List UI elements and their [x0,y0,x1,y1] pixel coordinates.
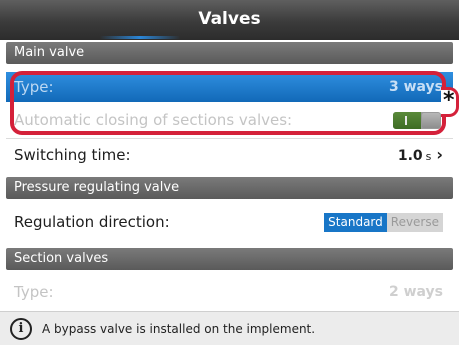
chevron-right-icon: › [436,145,443,164]
regulation-direction-row: Regulation direction: Standard Reverse [6,207,453,237]
title-underline [100,36,180,39]
row-label: Switching time: [14,146,131,164]
row-label: Regulation direction: [14,213,170,231]
page-title: Valves [198,9,261,29]
info-bar: i A bypass valve is installed on the imp… [0,311,459,345]
section-title: Pressure regulating valve [14,180,180,195]
section-title: Section valves [14,251,109,266]
callout-highlight-frame [10,71,446,135]
switching-time-value: 1.0 [397,148,423,164]
row-label: Type: [14,283,54,301]
section-header-pressure-valve: Pressure regulating valve [6,177,453,199]
option-standard[interactable]: Standard [324,213,387,232]
section-header-section-valves: Section valves [6,248,453,270]
info-message: A bypass valve is installed on the imple… [42,322,316,336]
section-header-main-valve: Main valve [6,42,453,64]
row-value: 2 ways [388,284,443,300]
switching-time-row[interactable]: Switching time: 1.0 s › [6,140,453,170]
asterisk-icon: * [443,88,455,113]
callout-tab: * [441,87,459,117]
info-icon: i [10,318,32,340]
section-valves-type-row[interactable]: Type: 2 ways [6,277,453,307]
row-value: 1.0 s › [398,140,443,172]
section-title: Main valve [14,45,85,60]
option-reverse[interactable]: Reverse [386,213,443,232]
switching-time-unit: s [425,150,432,163]
row-divider [6,138,453,139]
title-bar: Valves [0,0,459,40]
regulation-direction-selector[interactable]: Standard Reverse [324,213,443,232]
